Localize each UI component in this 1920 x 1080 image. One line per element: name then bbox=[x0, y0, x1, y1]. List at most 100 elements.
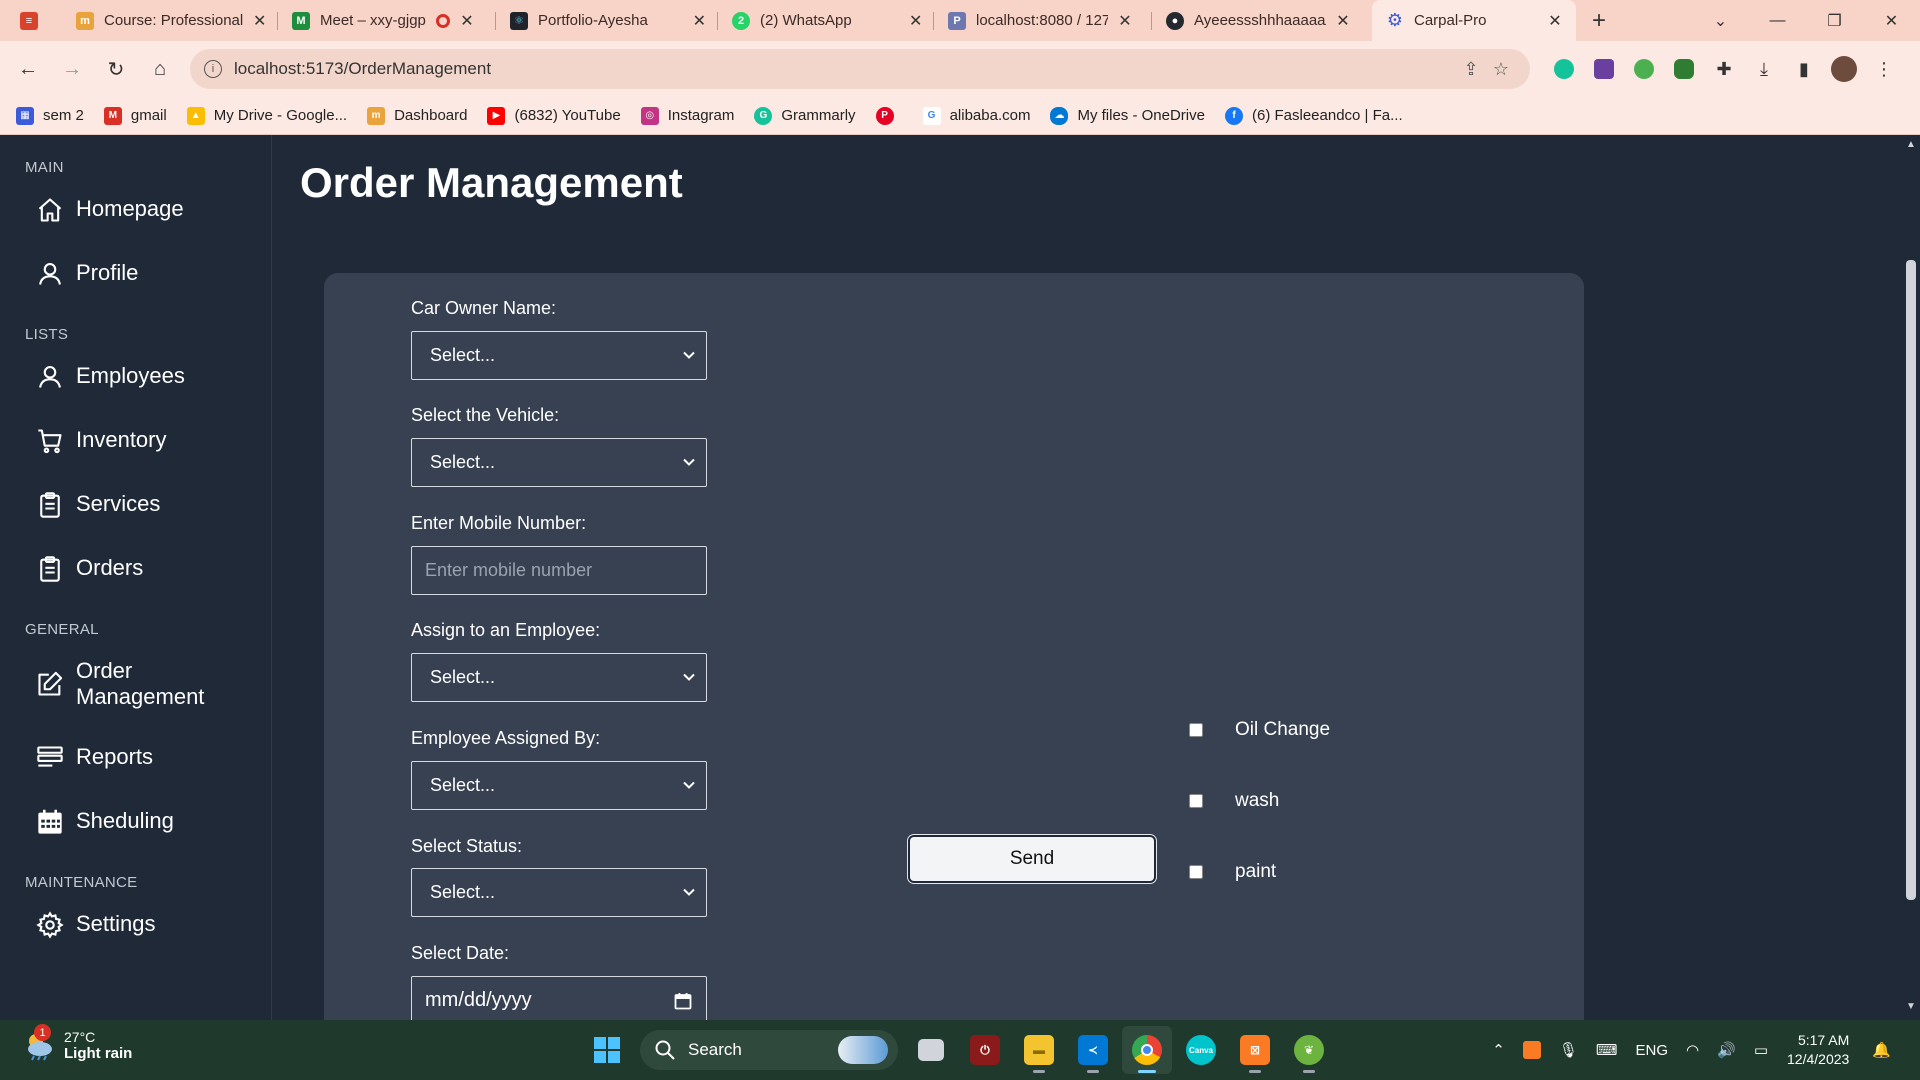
browser-tab[interactable]: M Meet – xxy-gjgp ✕ bbox=[278, 0, 496, 41]
close-icon[interactable]: ✕ bbox=[1546, 11, 1564, 31]
back-icon[interactable]: ← bbox=[8, 49, 48, 89]
canva-icon[interactable]: Canva bbox=[1176, 1026, 1226, 1074]
vscode-icon[interactable]: ≺ bbox=[1068, 1026, 1118, 1074]
cart-icon bbox=[38, 429, 62, 454]
sidebar-item-employees[interactable]: Employees bbox=[36, 363, 271, 391]
tab-search-icon[interactable]: ⌄ bbox=[1692, 0, 1749, 41]
close-icon[interactable]: ✕ bbox=[1116, 11, 1134, 31]
date-input[interactable]: mm/dd/yyyy bbox=[411, 976, 707, 1020]
clipboard-icon bbox=[40, 492, 60, 518]
sidebar-item-homepage[interactable]: Homepage bbox=[36, 196, 271, 224]
xampp-icon[interactable]: ⊠ bbox=[1230, 1026, 1280, 1074]
new-tab-button[interactable]: + bbox=[1576, 0, 1622, 41]
sidebar-item-settings[interactable]: Settings bbox=[36, 911, 271, 939]
mobile-input[interactable]: Enter mobile number bbox=[411, 546, 707, 595]
avatar[interactable] bbox=[1824, 49, 1864, 89]
scrollbar-thumb[interactable] bbox=[1906, 260, 1916, 900]
service-option-paint[interactable]: paint bbox=[1189, 861, 1276, 883]
bookmark-item[interactable]: ▦ sem 2 bbox=[16, 106, 84, 125]
close-icon[interactable]: ✕ bbox=[458, 11, 476, 31]
bookmark-item[interactable]: ◎ Instagram bbox=[640, 106, 734, 125]
sidebar-item-inventory[interactable]: Inventory bbox=[36, 427, 271, 455]
forward-icon[interactable]: → bbox=[52, 49, 92, 89]
checkbox[interactable] bbox=[1189, 723, 1203, 737]
language-indicator[interactable]: ENG bbox=[1636, 1042, 1669, 1059]
file-explorer-icon[interactable]: ▬ bbox=[1014, 1026, 1064, 1074]
close-window-icon[interactable]: ✕ bbox=[1863, 0, 1920, 41]
bookmark-item[interactable]: G Grammarly bbox=[754, 106, 856, 125]
bookmark-item[interactable]: f (6) Fasleeandco | Fa... bbox=[1224, 106, 1403, 125]
sidebar-item-orders[interactable]: Orders bbox=[36, 555, 271, 583]
bookmark-item[interactable]: Mgmail bbox=[103, 106, 167, 125]
power-app-icon[interactable]: ⏻ bbox=[960, 1026, 1010, 1074]
browser-tab[interactable]: P localhost:8080 / 127 ✕ bbox=[934, 0, 1152, 41]
grammarly-extension-icon[interactable] bbox=[1544, 49, 1584, 89]
extension-icon[interactable] bbox=[1664, 49, 1704, 89]
status-select[interactable]: Select... bbox=[411, 868, 707, 917]
share-icon[interactable]: ⇪ bbox=[1456, 59, 1486, 80]
puzzle-icon[interactable]: ✚ bbox=[1704, 49, 1744, 89]
sidebar-item-sheduling[interactable]: Sheduling bbox=[36, 808, 271, 836]
browser-tab-active[interactable]: ⚙ Carpal-Pro ✕ bbox=[1372, 0, 1576, 41]
volume-icon[interactable]: 🔊 bbox=[1717, 1041, 1736, 1059]
home-icon[interactable]: ⌂ bbox=[140, 49, 180, 89]
scroll-up-icon[interactable]: ▲ bbox=[1905, 139, 1917, 150]
browser-tab[interactable]: ⚛ Portfolio-Ayesha ✕ bbox=[496, 0, 718, 41]
vehicle-select[interactable]: Select... bbox=[411, 438, 707, 487]
bookmark-item[interactable]: P bbox=[875, 106, 903, 125]
close-icon[interactable]: ✕ bbox=[251, 11, 268, 31]
site-info-icon[interactable]: i bbox=[204, 60, 222, 78]
bookmark-item[interactable]: ▲ My Drive - Google... bbox=[186, 106, 347, 125]
download-icon[interactable]: ⤓ bbox=[1744, 49, 1784, 89]
extension-icon[interactable] bbox=[1624, 49, 1664, 89]
sidebar-item-services[interactable]: Services bbox=[36, 491, 271, 519]
chrome-icon[interactable] bbox=[1122, 1026, 1172, 1074]
keyboard-icon[interactable]: ⌨ bbox=[1596, 1041, 1618, 1059]
clock[interactable]: 5:17 AM 12/4/2023 bbox=[1787, 1031, 1849, 1069]
send-button[interactable]: Send bbox=[908, 835, 1156, 883]
checkbox[interactable] bbox=[1189, 794, 1203, 808]
restore-icon[interactable]: ❐ bbox=[1806, 0, 1863, 41]
chevron-up-icon[interactable]: ⌃ bbox=[1492, 1041, 1505, 1059]
bookmark-item[interactable]: ▶ (6832) YouTube bbox=[487, 106, 621, 125]
close-icon[interactable]: ✕ bbox=[1334, 11, 1352, 31]
bookmark-item[interactable]: ☁ My files - OneDrive bbox=[1050, 106, 1205, 125]
notification-bell-icon[interactable]: 🔔 bbox=[1872, 1041, 1891, 1059]
bookmark-item[interactable]: m Dashboard bbox=[367, 106, 467, 125]
menu-icon[interactable]: ⋮ bbox=[1864, 49, 1904, 89]
employee-select[interactable]: Select... bbox=[411, 653, 707, 702]
task-view-icon[interactable] bbox=[906, 1026, 956, 1074]
xampp-tray-icon[interactable] bbox=[1522, 1041, 1541, 1059]
close-icon[interactable]: ✕ bbox=[907, 11, 924, 31]
service-option-oil-change[interactable]: Oil Change bbox=[1189, 719, 1330, 741]
extension-icon[interactable] bbox=[1584, 49, 1624, 89]
address-bar[interactable]: i localhost:5173/OrderManagement ⇪ ☆ bbox=[190, 49, 1530, 89]
close-icon[interactable]: ✕ bbox=[691, 11, 708, 31]
battery-icon[interactable]: ▭ bbox=[1754, 1041, 1768, 1059]
service-option-label: Oil Change bbox=[1235, 719, 1331, 740]
spring-icon[interactable]: ❦ bbox=[1284, 1026, 1334, 1074]
browser-tab[interactable]: m Course: Professional ✕ bbox=[62, 0, 278, 41]
wifi-icon[interactable]: ◠ bbox=[1686, 1041, 1699, 1059]
sidebar-item-order-management[interactable]: Order Management bbox=[36, 658, 271, 710]
owner-select[interactable]: Select... bbox=[411, 331, 707, 380]
sidebar-item-profile[interactable]: Profile bbox=[36, 260, 271, 288]
weather-widget[interactable]: 1 27°C Light rain bbox=[22, 1024, 132, 1062]
sidebar-item-reports[interactable]: Reports bbox=[36, 744, 271, 772]
browser-tab[interactable]: ● Ayeeessshhhaaaaa/( ✕ bbox=[1152, 0, 1372, 41]
service-option-wash[interactable]: wash bbox=[1189, 790, 1279, 812]
assigned-by-select[interactable]: Select... bbox=[411, 761, 707, 810]
minimize-icon[interactable]: — bbox=[1749, 0, 1806, 41]
page-scrollbar[interactable]: ▲ ▼ bbox=[1902, 135, 1920, 1020]
bookmark-item[interactable]: Galibaba.com bbox=[922, 106, 1030, 125]
microphone-icon[interactable]: 🎙 bbox=[1559, 1041, 1578, 1059]
taskbar-search[interactable]: Search bbox=[640, 1030, 898, 1070]
scroll-down-icon[interactable]: ▼ bbox=[1905, 1001, 1917, 1012]
browser-tab[interactable]: 2 (2) WhatsApp ✕ bbox=[718, 0, 934, 41]
side-panel-icon[interactable]: ▮ bbox=[1784, 49, 1824, 89]
bookmark-star-icon[interactable]: ☆ bbox=[1486, 59, 1516, 80]
checkbox[interactable] bbox=[1189, 865, 1203, 879]
calendar-icon[interactable] bbox=[674, 992, 692, 1010]
start-button[interactable] bbox=[582, 1026, 632, 1074]
reload-icon[interactable]: ↻ bbox=[96, 49, 136, 89]
